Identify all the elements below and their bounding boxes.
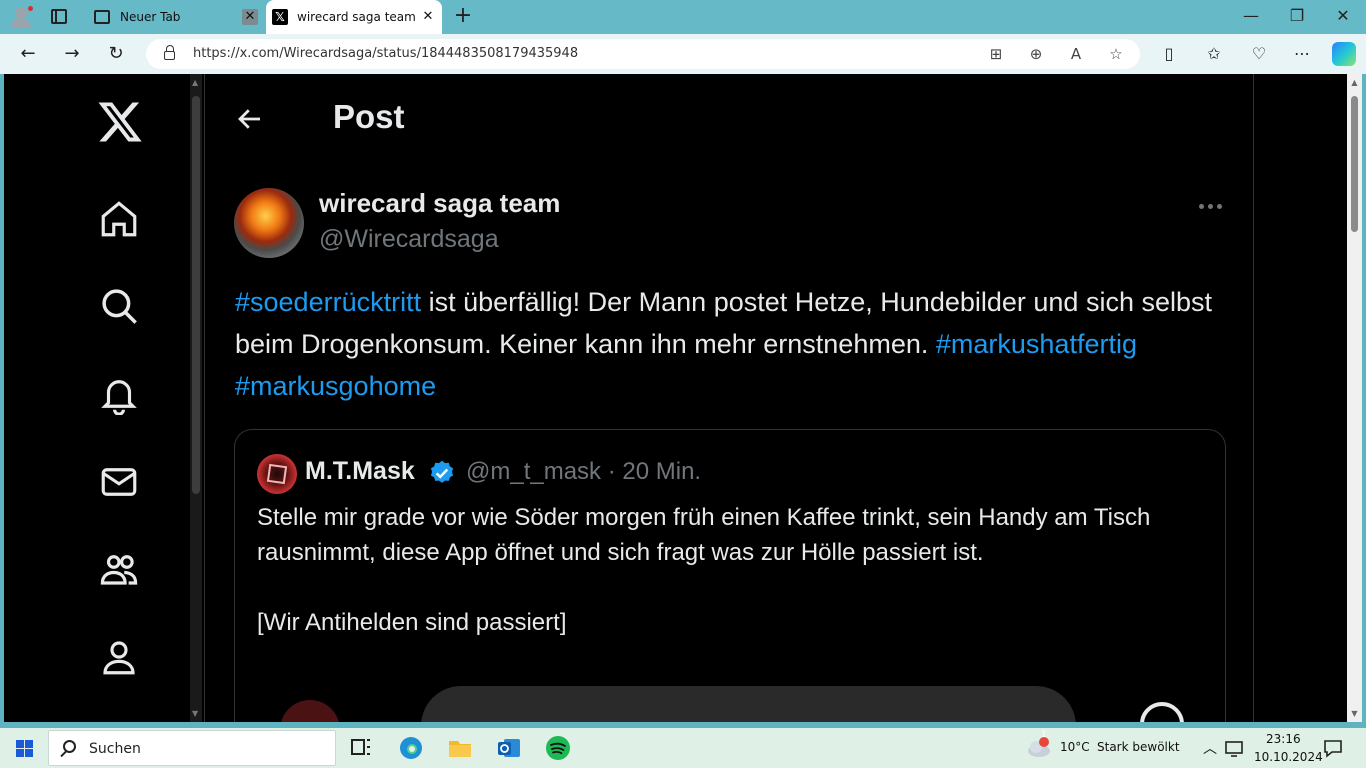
quote-media-image xyxy=(1140,702,1184,722)
address-bar[interactable]: https://x.com/Wirecardsaga/status/184448… xyxy=(146,39,1140,69)
task-view-icon[interactable] xyxy=(346,734,376,762)
favorites-icon[interactable]: ✩ xyxy=(1202,42,1226,66)
tab-title: wirecard saga team auf X xyxy=(297,10,415,24)
page-scrollbar[interactable]: ▲ ▼ xyxy=(1347,74,1362,722)
notifications-icon[interactable] xyxy=(98,373,140,415)
clock-time[interactable]: 23:16 xyxy=(1266,732,1301,746)
favorite-star-icon[interactable]: ☆ xyxy=(1106,44,1126,64)
author-name[interactable]: wirecard saga team xyxy=(319,188,560,219)
home-icon[interactable] xyxy=(98,198,140,240)
minimize-button[interactable]: — xyxy=(1241,6,1261,26)
communities-icon[interactable] xyxy=(98,548,140,590)
refresh-icon[interactable]: ↻ xyxy=(104,42,128,66)
author-avatar[interactable] xyxy=(234,188,304,258)
messages-icon[interactable] xyxy=(98,461,140,503)
spotify-icon[interactable] xyxy=(543,734,573,762)
chevron-up-icon[interactable]: ︿ xyxy=(1203,738,1217,758)
hashtag-link[interactable]: #markusgohome xyxy=(235,371,436,401)
x-logo[interactable] xyxy=(96,98,144,146)
back-icon[interactable]: ← xyxy=(16,42,40,66)
maximize-button[interactable]: ❐ xyxy=(1287,6,1307,26)
back-arrow-icon[interactable] xyxy=(235,104,265,134)
tab-actions-icon[interactable] xyxy=(51,9,67,24)
weather-cloud-icon[interactable] xyxy=(1024,734,1054,762)
file-explorer-icon[interactable] xyxy=(445,734,475,762)
settings-more-icon[interactable]: ⋯ xyxy=(1290,42,1314,66)
weather-temp[interactable]: 10°C xyxy=(1060,740,1090,754)
url-text[interactable]: https://x.com/Wirecardsaga/status/184448… xyxy=(193,46,578,61)
hashtag-link[interactable]: #markushatfertig xyxy=(936,329,1137,359)
tab-close-button[interactable]: ✕ xyxy=(242,9,258,25)
quoted-post[interactable]: M.T.Mask @m_t_mask · 20 Min. Stelle mir … xyxy=(234,429,1226,722)
page-viewport: ▲ ▼ Post wirecard saga team @Wirecardsaga… xyxy=(4,74,1347,722)
tab-close-button[interactable]: ✕ xyxy=(420,9,436,25)
tab-x-post[interactable]: 𝕏 wirecard saga team auf X ✕ xyxy=(266,0,442,34)
page-title: Post xyxy=(333,98,405,135)
x-sidebar xyxy=(4,74,190,722)
clock-date[interactable]: 10.10.2024 xyxy=(1254,750,1323,764)
copilot-icon[interactable] xyxy=(1332,42,1356,66)
verified-badge-icon xyxy=(430,460,454,483)
hashtag-link[interactable]: #soederrücktritt xyxy=(235,287,421,317)
network-icon[interactable] xyxy=(1222,734,1248,762)
search-icon[interactable] xyxy=(98,285,140,327)
sidebar-scrollbar[interactable]: ▲ ▼ xyxy=(190,74,202,722)
new-tab-button[interactable]: + xyxy=(452,5,474,27)
quote-author-name[interactable]: M.T.Mask xyxy=(305,457,415,486)
quote-media-image xyxy=(280,700,340,722)
post-text: #soederrücktritt ist überfällig! Der Man… xyxy=(235,281,1235,407)
search-icon xyxy=(63,740,76,753)
edge-browser-icon[interactable] xyxy=(396,734,426,762)
close-window-button[interactable]: ✕ xyxy=(1333,6,1353,26)
taskbar-search[interactable]: Suchen xyxy=(48,730,336,766)
split-screen-icon[interactable]: ▯ xyxy=(1157,42,1181,66)
windows-taskbar: Suchen 1 10°C Stark bewölkt ︿ 23:16 10.1… xyxy=(0,728,1366,768)
x-favicon-icon: 𝕏 xyxy=(272,9,288,25)
quote-author-avatar[interactable] xyxy=(257,454,297,494)
more-options-icon[interactable] xyxy=(1195,194,1225,218)
weather-badge: 1 xyxy=(1041,730,1047,740)
quote-handle-time: @m_t_mask · 20 Min. xyxy=(466,458,702,485)
profile-icon[interactable] xyxy=(98,636,140,678)
browser-toolbar: ← → ↻ https://x.com/Wirecardsaga/status/… xyxy=(0,34,1366,74)
quote-text: Stelle mir grade vor wie Söder morgen fr… xyxy=(257,504,1151,636)
forward-icon[interactable]: → xyxy=(60,42,84,66)
read-aloud-icon[interactable]: A xyxy=(1066,44,1086,64)
browser-essentials-icon[interactable]: ♡ xyxy=(1247,42,1271,66)
tab-title: Neuer Tab xyxy=(120,10,181,24)
author-handle[interactable]: @Wirecardsaga xyxy=(319,225,499,254)
lock-icon[interactable] xyxy=(164,45,175,60)
zoom-icon[interactable]: ⊕ xyxy=(1026,44,1046,64)
profile-avatar-icon[interactable] xyxy=(8,5,34,29)
quote-media-image xyxy=(421,686,1076,722)
weather-desc[interactable]: Stark bewölkt xyxy=(1097,740,1180,754)
start-windows-icon[interactable] xyxy=(16,740,33,757)
tab-new-tab[interactable]: Neuer Tab ✕ xyxy=(82,0,266,34)
browser-tab-bar: Neuer Tab ✕ 𝕏 wirecard saga team auf X ✕… xyxy=(0,0,1366,34)
app-available-icon[interactable]: ⊞ xyxy=(986,44,1006,64)
new-tab-favicon-icon xyxy=(94,10,110,24)
post-column: Post wirecard saga team @Wirecardsaga #s… xyxy=(204,74,1254,722)
search-label: Suchen xyxy=(89,741,141,757)
notification-center-icon[interactable] xyxy=(1320,734,1346,762)
outlook-icon[interactable] xyxy=(494,734,524,762)
